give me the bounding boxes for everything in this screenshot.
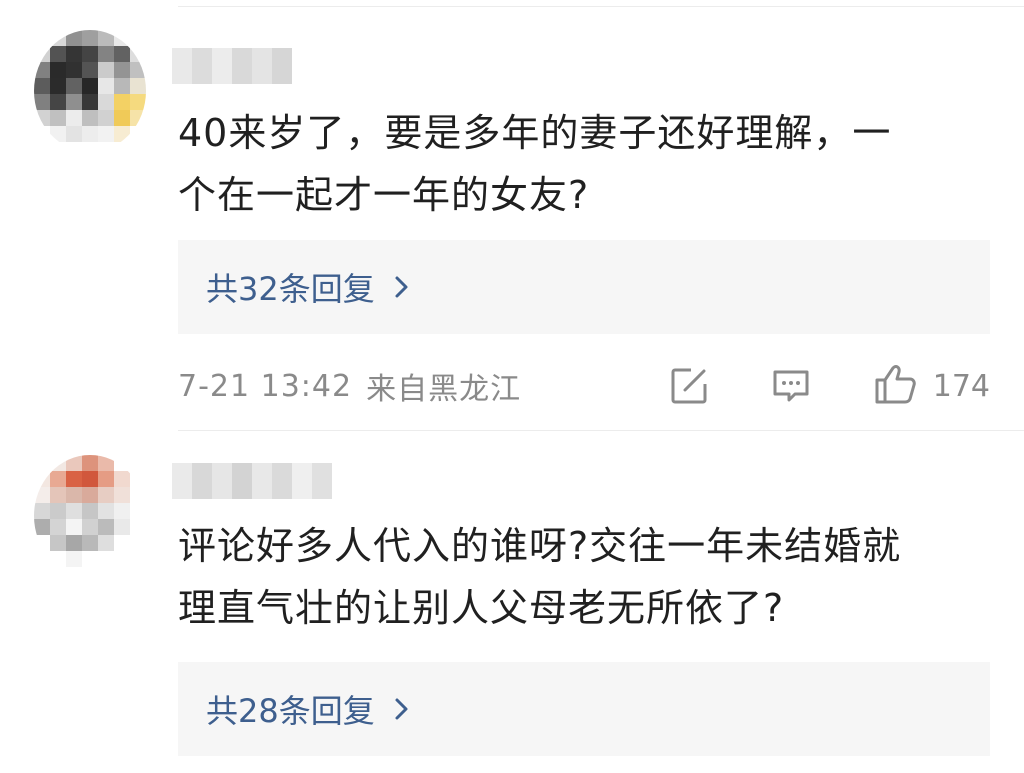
comment-actions: 174	[669, 364, 990, 408]
comment-text: 40来岁了，要是多年的妻子还好理解，一 个在一起才一年的女友?	[178, 102, 978, 226]
chevron-right-icon	[391, 272, 413, 302]
comment-text-line: 理直气壮的让别人父母老无所依了?	[178, 586, 785, 630]
reply-count-label: 共32条回复	[206, 270, 375, 308]
top-divider	[178, 6, 1024, 7]
comment-item: 40来岁了，要是多年的妻子还好理解，一 个在一起才一年的女友? 共32条回复 7…	[0, 30, 1024, 430]
comment-text-line: 个在一起才一年的女友?	[178, 173, 590, 217]
comment-divider	[178, 430, 1024, 431]
comment-meta: 7-21 13:42 来自黑龙江 174	[178, 364, 990, 408]
like-count: 174	[932, 368, 990, 404]
comment-item: 评论好多人代入的谁呀?交往一年未结婚就 理直气壮的让别人父母老无所依了? 共28…	[0, 455, 1024, 773]
avatar[interactable]	[34, 455, 146, 577]
like-icon	[873, 362, 917, 410]
username-blurred[interactable]	[172, 48, 292, 84]
comment-text-line: 40来岁了，要是多年的妻子还好理解，一	[178, 111, 892, 155]
timestamp: 7-21 13:42	[178, 368, 353, 404]
comment-text-line: 评论好多人代入的谁呀?交往一年未结婚就	[178, 524, 902, 568]
chevron-right-icon	[391, 694, 413, 724]
location: 来自黑龙江	[366, 372, 522, 407]
share-icon[interactable]	[669, 366, 709, 406]
like-button[interactable]: 174	[873, 362, 990, 410]
reply-count-label: 共28条回复	[206, 692, 375, 730]
comment-text: 评论好多人代入的谁呀?交往一年未结婚就 理直气壮的让别人父母老无所依了?	[178, 515, 978, 639]
avatar[interactable]	[34, 30, 146, 152]
view-replies-button[interactable]: 共28条回复	[178, 662, 990, 756]
comment-icon[interactable]	[771, 366, 811, 406]
view-replies-button[interactable]: 共32条回复	[178, 240, 990, 334]
username-blurred[interactable]	[172, 463, 332, 499]
